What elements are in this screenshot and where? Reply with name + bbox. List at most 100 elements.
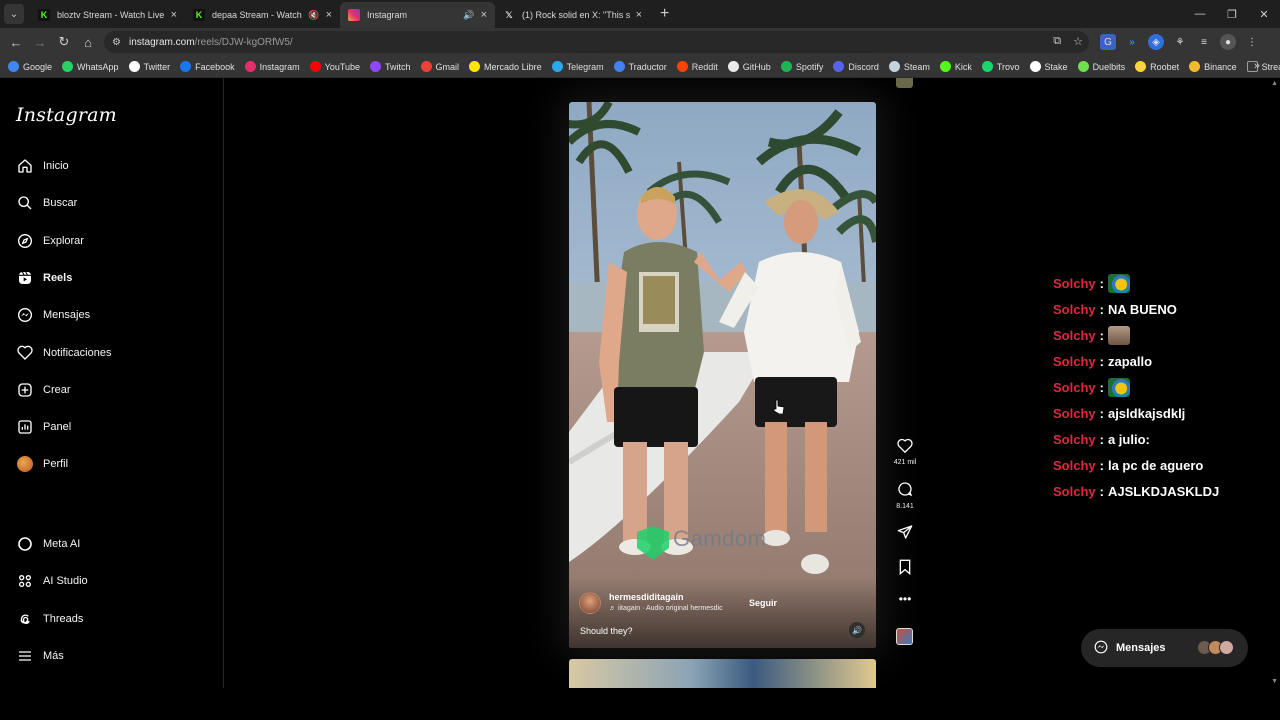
tab-close-button[interactable]: ×	[636, 9, 642, 21]
nav-item-inicio[interactable]: Inicio	[16, 154, 69, 178]
audio-playing-icon[interactable]: 🔊	[463, 10, 474, 21]
new-tab-button[interactable]: +	[660, 5, 669, 23]
bookmark-icon[interactable]	[898, 559, 912, 576]
nav-item-meta-ai[interactable]: Meta AI	[16, 532, 80, 556]
browser-menu-icon[interactable]: ⋮	[1244, 34, 1260, 50]
nav-item-explorar[interactable]: Explorar	[16, 229, 84, 253]
bookmark-label: Kick	[954, 61, 972, 72]
bookmark-kick[interactable]: Kick	[939, 61, 972, 72]
bookmark-facebook[interactable]: Facebook	[180, 61, 235, 72]
wave-extension-icon[interactable]: »	[1124, 34, 1140, 50]
reel-audio-label[interactable]: ♬ iitagain · Audio original hermesdic	[609, 605, 723, 612]
bookmark-label: Steam	[903, 61, 930, 72]
tab-close-button[interactable]: ×	[326, 9, 332, 21]
tab-search-button[interactable]: ⌄	[4, 4, 24, 24]
reel-video[interactable]: Gamdom hermesdiditagain ♬ iitagain · Aud…	[569, 102, 876, 648]
chat-username: Solchy	[1053, 353, 1096, 369]
back-button[interactable]: ←	[4, 35, 28, 50]
bookmark-streaming[interactable]: Streaming	[1246, 61, 1280, 72]
nav-item-notificaciones[interactable]: Notificaciones	[16, 341, 111, 365]
bookmark-traductor[interactable]: Traductor	[613, 61, 667, 72]
nav-item-mensajes[interactable]: Mensajes	[16, 303, 90, 327]
nav-item-perfil[interactable]: Perfil	[16, 452, 68, 476]
send-icon[interactable]	[897, 524, 913, 540]
bookmark-steam[interactable]: Steam	[888, 61, 930, 72]
audio-thumbnail[interactable]	[896, 628, 913, 645]
nav-item-panel[interactable]: Panel	[16, 415, 71, 439]
save-action[interactable]	[889, 559, 921, 580]
browser-tab[interactable]: Kbloztv Stream - Watch Live on K ×	[30, 2, 185, 28]
messages-pill[interactable]: Mensajes	[1081, 629, 1248, 667]
bookmark-roobet[interactable]: Roobet	[1135, 61, 1179, 72]
minimize-button[interactable]: —	[1184, 8, 1216, 20]
bookmark-duelbits[interactable]: Duelbits	[1077, 61, 1125, 72]
bookmark-mercado-libre[interactable]: Mercado Libre	[469, 61, 542, 72]
nav-item-buscar[interactable]: Buscar	[16, 191, 77, 215]
bookmark-discord[interactable]: Discord	[833, 61, 879, 72]
reel-author[interactable]: hermesdiditagain ♬ iitagain · Audio orig…	[579, 592, 723, 614]
scrollbar-down-arrow[interactable]: ▼	[1271, 678, 1278, 685]
scrollbar-up-arrow[interactable]: ▲	[1271, 80, 1278, 87]
home-button[interactable]: ⌂	[76, 35, 100, 50]
cast-icon[interactable]: ⧉	[1053, 35, 1061, 48]
forward-button[interactable]: →	[28, 35, 52, 50]
discord-icon	[833, 61, 845, 72]
browser-tab[interactable]: Kdepaa Stream - Watch Live 🔇 ×	[185, 2, 340, 28]
next-reel-preview[interactable]	[569, 659, 876, 688]
telegram-icon	[551, 61, 563, 72]
bookmark-github[interactable]: GitHub	[727, 61, 771, 72]
url-bar[interactable]: ⚙ instagram.com/reels/DJW-kgORfW5/ ⧉ ☆	[104, 31, 1089, 53]
nav-item-crear[interactable]: Crear	[16, 378, 71, 402]
close-window-button[interactable]: ✕	[1248, 8, 1280, 21]
share-action[interactable]	[889, 524, 921, 545]
bookmark-telegram[interactable]: Telegram	[551, 61, 604, 72]
translate-extension-icon[interactable]: G	[1100, 34, 1116, 50]
media-control-icon[interactable]: ≡	[1196, 34, 1212, 50]
heart-icon[interactable]	[897, 438, 913, 454]
bookmark-reddit[interactable]: Reddit	[676, 61, 718, 72]
nav-item-reels[interactable]: Reels	[16, 266, 72, 290]
bookmark-trovo[interactable]: Trovo	[981, 61, 1020, 72]
previous-reel-avatar[interactable]	[896, 78, 913, 88]
instagram-icon	[348, 9, 360, 21]
nav-item-threads[interactable]: Threads	[16, 607, 83, 631]
bookmark-gmail[interactable]: Gmail	[420, 61, 459, 72]
more-options-icon[interactable]: •••	[889, 592, 921, 606]
nav-item-ai-studio[interactable]: AI Studio	[16, 569, 88, 593]
comment-action[interactable]: 8.141	[889, 481, 921, 510]
reel-author-username[interactable]: hermesdiditagain	[609, 592, 723, 602]
reel-author-avatar[interactable]	[579, 592, 601, 614]
bookmark-youtube[interactable]: YouTube	[309, 61, 360, 72]
bookmark-twitter[interactable]: Twitter	[128, 61, 170, 72]
instagram-logo[interactable]: Instagram	[16, 104, 117, 126]
volume-icon[interactable]: 🔊	[849, 622, 865, 638]
profile-avatar[interactable]: ●	[1220, 34, 1236, 50]
bookmark-twitch[interactable]: Twitch	[370, 61, 411, 72]
chat-text: a julio:	[1107, 431, 1150, 447]
restore-button[interactable]: ❐	[1216, 8, 1248, 21]
nav-item-mas[interactable]: Más	[16, 644, 64, 668]
bookmark-stake[interactable]: Stake	[1029, 61, 1068, 72]
browser-tab[interactable]: Instagram 🔊 ×	[340, 2, 495, 28]
bookmark-binance[interactable]: Binance	[1189, 61, 1237, 72]
browser-tab[interactable]: 𝕏 (1) Rock solid en X: "This shit ha ×	[495, 2, 650, 28]
gmail-icon	[420, 61, 432, 72]
like-action[interactable]: 421 mil	[889, 438, 921, 466]
bookmark-star-icon[interactable]: ☆	[1073, 35, 1083, 48]
puzzle-extensions-icon[interactable]: ⚘	[1172, 34, 1188, 50]
bookmark-label: Spotify	[795, 61, 824, 72]
bookmark-google[interactable]: Google	[8, 61, 52, 72]
site-info-icon[interactable]: ⚙	[112, 37, 121, 48]
tab-close-button[interactable]: ×	[171, 9, 177, 21]
bookmark-whatsapp[interactable]: WhatsApp	[62, 61, 119, 72]
tab-close-button[interactable]: ×	[481, 9, 487, 21]
comment-icon[interactable]	[897, 481, 913, 497]
chat-message: Solchy: NA BUENO	[1053, 296, 1273, 322]
reload-button[interactable]: ↻	[52, 34, 76, 50]
muted-icon[interactable]: 🔇	[308, 10, 319, 21]
bookmark-instagram[interactable]: Instagram	[244, 61, 300, 72]
follow-button[interactable]: Seguir	[749, 598, 777, 608]
bookmark-spotify[interactable]: Spotify	[780, 61, 824, 72]
shield-extension-icon[interactable]: ◈	[1148, 34, 1164, 50]
bookmarks-overflow-icon[interactable]: »	[1254, 60, 1260, 72]
